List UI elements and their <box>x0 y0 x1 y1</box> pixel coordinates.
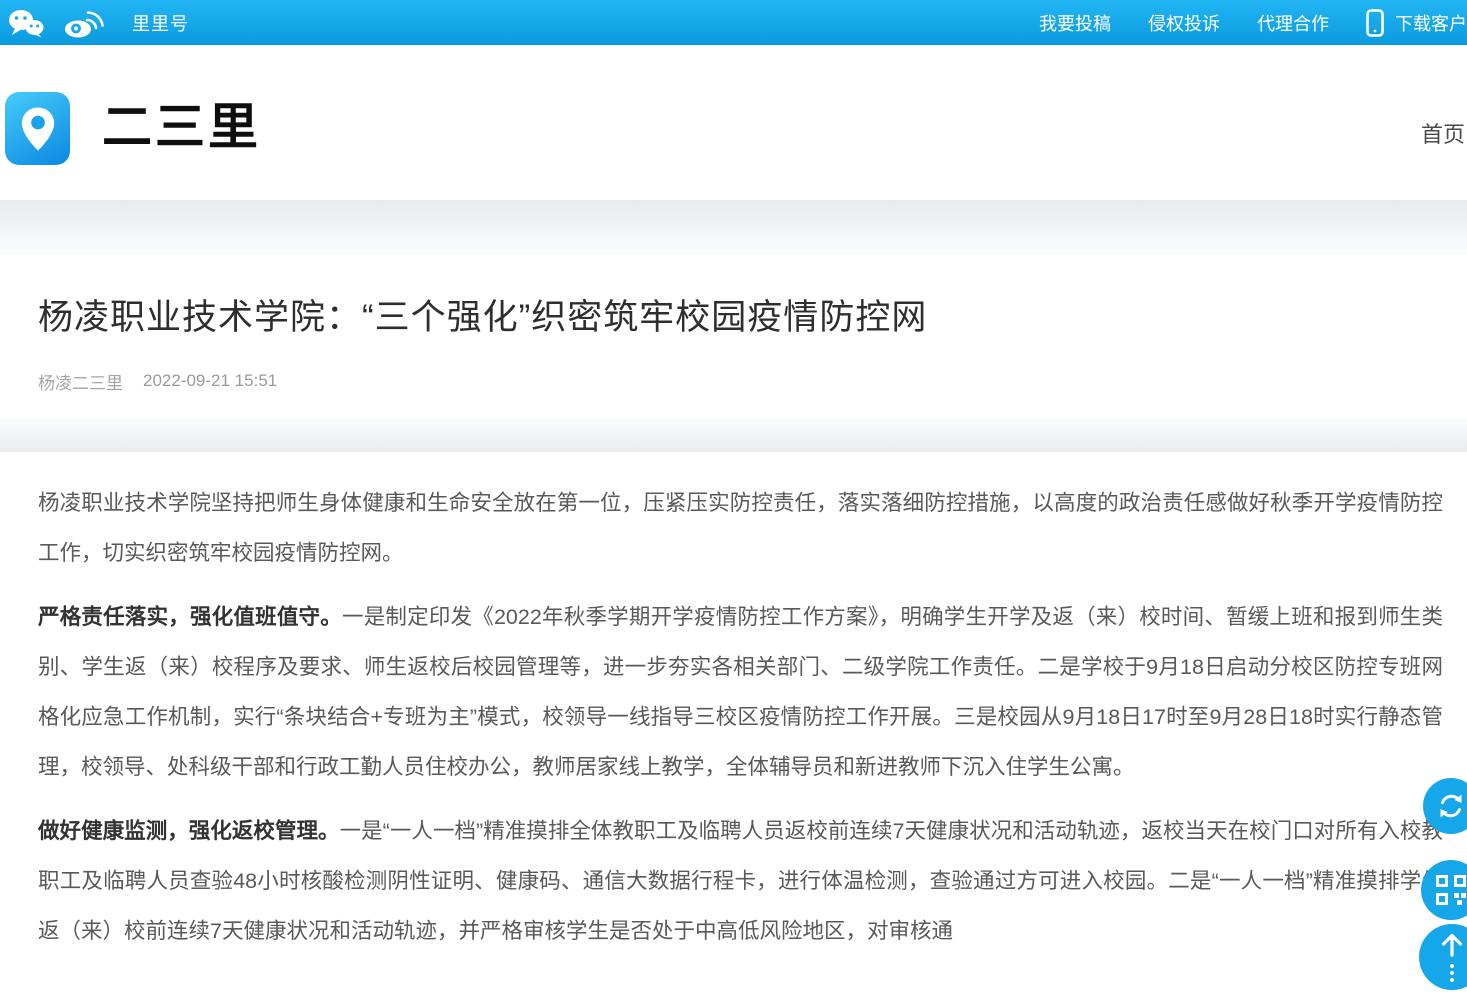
site-header: 二三里 首页 <box>0 45 1467 200</box>
article-paragraph: 严格责任落实，强化值班值守。一是制定印发《2022年秋季学期开学疫情防控工作方案… <box>38 592 1443 792</box>
article-author: 杨凌二三里 <box>38 369 123 394</box>
divider-band-bottom <box>0 418 1467 452</box>
back-to-top-icon <box>1439 933 1465 957</box>
site-logo-text[interactable]: 二三里 <box>102 102 261 152</box>
article-paragraph: 做好健康监测，强化返校管理。一是“一人一档”精准摸排全体教职工及临聘人员返校前连… <box>38 806 1443 956</box>
paragraph-text: 一是制定印发《2022年秋季学期开学疫情防控工作方案》，明确学生开学及返（来）校… <box>38 605 1443 779</box>
weibo-icon[interactable] <box>64 8 104 38</box>
paragraph-lead: 做好健康监测，强化返校管理。 <box>38 819 340 843</box>
more-dots-icon <box>1450 961 1454 982</box>
paragraph-lead: 严格责任落实，强化值班值守。 <box>38 605 342 629</box>
submit-article-link[interactable]: 我要投稿 <box>1039 10 1111 36</box>
wechat-icon[interactable] <box>8 8 44 38</box>
site-logo[interactable] <box>5 92 70 165</box>
download-client-label: 下载客户端 <box>1395 10 1467 36</box>
article-title: 杨凌职业技术学院：“三个强化”织密筑牢校园疫情防控网 <box>38 295 1427 341</box>
article-byline: 杨凌二三里 2022-09-21 15:51 <box>38 369 1427 394</box>
nav-home[interactable]: 首页 <box>1421 117 1465 149</box>
paragraph-text: 杨凌职业技术学院坚持把师生身体健康和生命安全放在第一位，压紧压实防控责任，落实落… <box>38 491 1443 565</box>
article-published-time: 2022-09-21 15:51 <box>143 371 277 391</box>
page: 里里号 我要投稿 侵权投诉 代理合作 下载客户端 二三里 首页 <box>0 0 1467 1008</box>
topbar-right: 我要投稿 侵权投诉 代理合作 下载客户端 <box>1039 0 1467 45</box>
topbar-left: 里里号 <box>8 0 189 45</box>
topbar-brand-lilihao[interactable]: 里里号 <box>132 10 189 36</box>
article-paragraph: 杨凌职业技术学院坚持把师生身体健康和生命安全放在第一位，压紧压实防控责任，落实落… <box>38 478 1443 578</box>
phone-icon <box>1366 9 1384 37</box>
article-body: 杨凌职业技术学院坚持把师生身体健康和生命安全放在第一位，压紧压实防控责任，落实落… <box>0 452 1467 956</box>
article-title-block: 杨凌职业技术学院：“三个强化”织密筑牢校园疫情防控网 杨凌二三里 2022-09… <box>0 255 1467 418</box>
infringement-complaint-link[interactable]: 侵权投诉 <box>1148 10 1220 36</box>
topbar: 里里号 我要投稿 侵权投诉 代理合作 下载客户端 <box>0 0 1467 45</box>
refresh-icon <box>1437 792 1465 820</box>
divider-band-top <box>0 200 1467 255</box>
map-pin-icon <box>15 102 61 156</box>
qrcode-icon <box>1436 875 1466 905</box>
agency-cooperation-link[interactable]: 代理合作 <box>1257 10 1329 36</box>
download-client-link[interactable]: 下载客户端 <box>1366 9 1467 37</box>
